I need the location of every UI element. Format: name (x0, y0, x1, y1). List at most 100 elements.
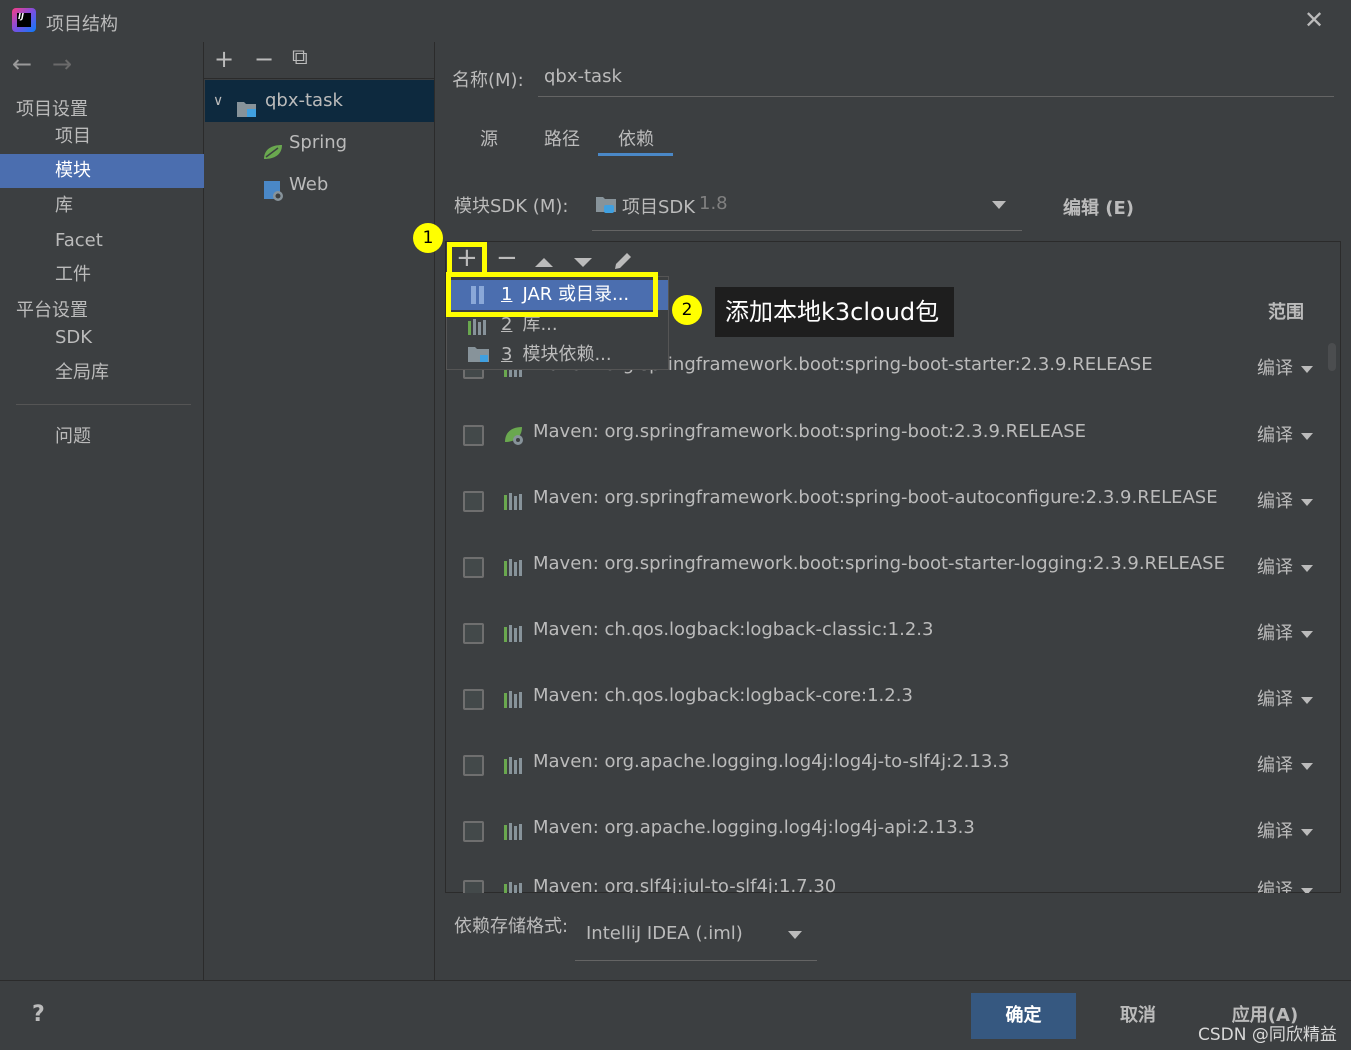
copy-module-button[interactable]: ⧉ (292, 45, 308, 70)
dependency-row[interactable]: Maven: org.springframework.boot:spring-b… (463, 421, 1323, 451)
dependency-row[interactable]: Maven: org.springframework.boot:spring-b… (463, 553, 1323, 583)
cancel-button[interactable]: 取消 (1092, 993, 1184, 1039)
move-down-icon[interactable] (574, 258, 592, 267)
dependency-row[interactable]: Maven: org.apache.logging.log4j:log4j-to… (463, 751, 1323, 781)
storage-format-dropdown[interactable]: IntelliJ IDEA (.iml) (575, 914, 817, 961)
scope-column-header: 范围 (1268, 302, 1304, 323)
scope-value: 编译 (1257, 755, 1293, 776)
dependency-name: Maven: org.apache.logging.log4j:log4j-ap… (533, 817, 975, 838)
tree-node-web[interactable]: Web (205, 164, 434, 206)
sdk-version: 1.8 (699, 193, 728, 214)
add-module-button[interactable]: + (214, 45, 234, 73)
chevron-down-icon[interactable]: ∨ (213, 80, 223, 122)
chevron-down-icon (1301, 564, 1313, 572)
scrollbar-thumb[interactable] (1328, 343, 1336, 371)
storage-format-value: IntelliJ IDEA (.iml) (586, 923, 743, 944)
dependency-export-checkbox[interactable] (463, 821, 484, 842)
watermark-text: CSDN @同欣精益 (1198, 1025, 1337, 1045)
move-up-icon[interactable] (535, 258, 553, 267)
scope-dropdown[interactable]: 编译 (1257, 817, 1313, 843)
dependency-row[interactable]: Maven: org.slf4j:jul-to-slf4j:1.7.30 编译 (463, 876, 1323, 893)
dependency-export-checkbox[interactable] (463, 425, 484, 446)
edit-sdk-button[interactable]: 编辑 (E) (1063, 194, 1134, 220)
scope-dropdown[interactable]: 编译 (1257, 354, 1313, 380)
sdk-folder-icon (595, 195, 617, 215)
module-name-field[interactable]: qbx-task (538, 60, 1334, 97)
scope-dropdown[interactable]: 编译 (1257, 487, 1313, 513)
scope-value: 编译 (1257, 491, 1293, 512)
remove-dependency-button[interactable]: − (496, 243, 518, 273)
maven-library-icon (503, 622, 525, 644)
nav-item-libraries[interactable]: 库 (0, 189, 204, 223)
tree-node-label: Web (289, 174, 329, 195)
nav-item-sdk[interactable]: SDK (0, 321, 204, 355)
sdk-value: 项目SDK (622, 197, 696, 218)
title-bar (0, 0, 1351, 42)
storage-format-label: 依赖存储格式: (454, 916, 569, 937)
spring-leaf-icon (262, 135, 284, 159)
dependency-export-checkbox[interactable] (463, 557, 484, 578)
dependency-name: Maven: org.apache.logging.log4j:log4j-to… (533, 751, 1010, 772)
chevron-down-icon (1301, 828, 1313, 836)
nav-item-artifacts[interactable]: 工件 (0, 258, 204, 292)
section-project-settings: 项目设置 (16, 99, 88, 120)
tab-sources[interactable]: 源 (480, 125, 498, 151)
tree-node-label: Spring (289, 132, 348, 153)
tree-node-qbx-task[interactable]: ∨ qbx-task (205, 80, 434, 122)
scope-dropdown[interactable]: 编译 (1257, 751, 1313, 777)
chevron-down-icon (1301, 630, 1313, 638)
close-icon[interactable]: ✕ (1304, 6, 1324, 34)
chevron-down-icon (1301, 498, 1313, 506)
tab-dependencies[interactable]: 依赖 (618, 125, 654, 151)
maven-library-icon (503, 879, 525, 893)
dependency-name: Maven: org.springframework.boot:spring-b… (533, 487, 1218, 508)
edit-pencil-icon[interactable] (612, 250, 634, 272)
chevron-down-icon (992, 201, 1006, 209)
module-sdk-dropdown[interactable]: 项目SDK 1.8 (592, 186, 1022, 231)
window-title: 项目结构 (46, 14, 118, 35)
section-platform-settings: 平台设置 (16, 300, 88, 321)
tree-node-spring[interactable]: Spring (205, 122, 434, 164)
menu-item-module-dependency[interactable]: 3 模块依赖... (447, 340, 668, 370)
nav-item-modules[interactable]: 模块 (0, 154, 204, 188)
scope-dropdown[interactable]: 编译 (1257, 553, 1313, 579)
scope-value: 编译 (1257, 880, 1293, 893)
remove-module-button[interactable]: − (254, 45, 274, 73)
dependency-name: Maven: ch.qos.logback:logback-classic:1.… (533, 619, 934, 640)
scope-dropdown[interactable]: 编译 (1257, 685, 1313, 711)
web-facet-icon (263, 176, 285, 201)
dependency-export-checkbox[interactable] (463, 880, 484, 893)
module-sdk-label: 模块SDK (M): (454, 196, 569, 217)
dependency-row[interactable]: Maven: org.apache.logging.log4j:log4j-ap… (463, 817, 1323, 847)
nav-item-project[interactable]: 项目 (0, 120, 204, 154)
scope-dropdown[interactable]: 编译 (1257, 421, 1313, 447)
dependency-name: Maven: ch.qos.logback:logback-core:1.2.3 (533, 685, 913, 706)
nav-item-problems[interactable]: 问题 (0, 420, 204, 454)
plus-icon: + (456, 243, 478, 273)
dependency-row[interactable]: Maven: ch.qos.logback:logback-core:1.2.3… (463, 685, 1323, 715)
tree-toolbar-divider (204, 78, 435, 79)
library-icon (467, 316, 491, 335)
dependency-row[interactable]: Maven: ch.qos.logback:logback-classic:1.… (463, 619, 1323, 649)
help-icon[interactable]: ? (32, 1002, 45, 1027)
nav-item-global-libraries[interactable]: 全局库 (0, 356, 204, 390)
dependency-export-checkbox[interactable] (463, 755, 484, 776)
ok-button[interactable]: 确定 (971, 993, 1076, 1039)
forward-arrow-icon[interactable]: → (52, 50, 72, 78)
dependency-name: Maven: org.slf4j:jul-to-slf4j:1.7.30 (533, 876, 837, 893)
scope-value: 编译 (1257, 425, 1293, 446)
chevron-down-icon (1301, 365, 1313, 373)
scope-value: 编译 (1257, 623, 1293, 644)
dependency-export-checkbox[interactable] (463, 623, 484, 644)
dependency-export-checkbox[interactable] (463, 689, 484, 710)
chevron-down-icon (788, 931, 802, 939)
scope-dropdown[interactable]: 编译 (1257, 876, 1313, 893)
nav-item-facets[interactable]: Facet (0, 224, 204, 258)
tab-paths[interactable]: 路径 (544, 125, 580, 151)
dependency-export-checkbox[interactable] (463, 491, 484, 512)
scope-dropdown[interactable]: 编译 (1257, 619, 1313, 645)
back-arrow-icon[interactable]: ← (12, 50, 32, 78)
dependency-row[interactable]: Maven: org.springframework.boot:spring-b… (463, 487, 1323, 517)
scope-value: 编译 (1257, 557, 1293, 578)
module-folder-icon (236, 92, 258, 117)
